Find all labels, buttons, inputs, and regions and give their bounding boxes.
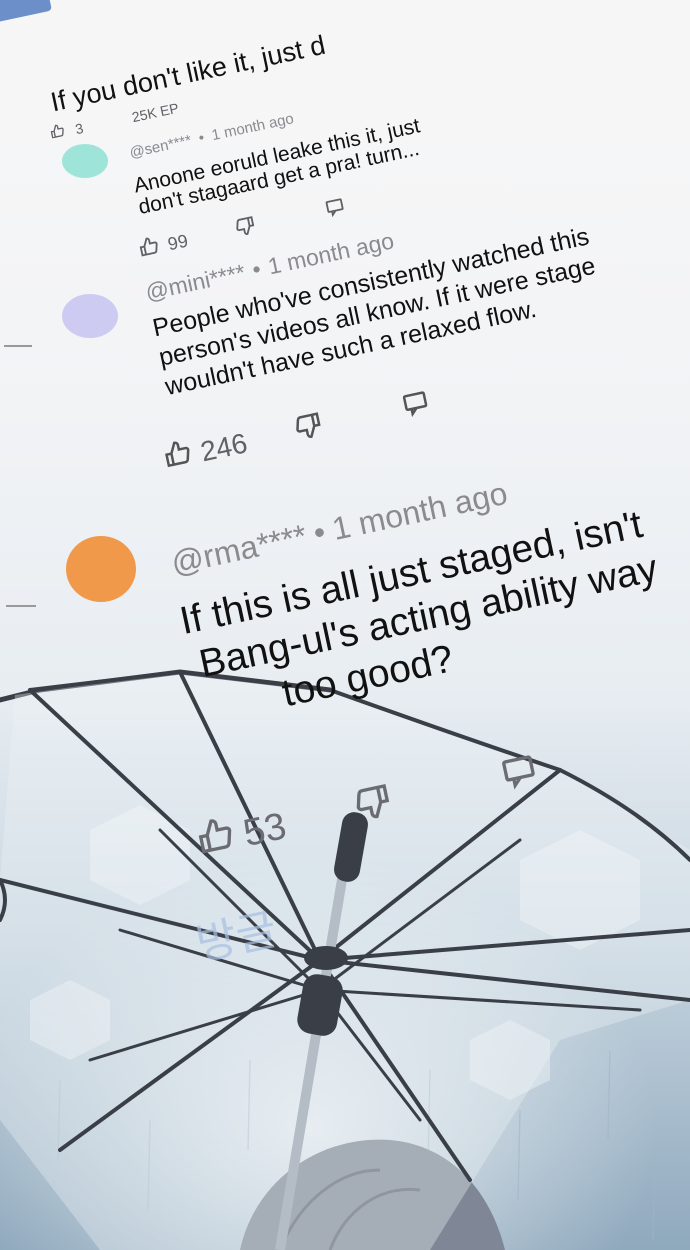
like-count: 53 [239,804,290,855]
thumbs-down-icon[interactable] [349,778,399,835]
thumbs-up-icon[interactable] [136,233,163,264]
comment-section: If you don't like it, just d 3 25K EP @s… [0,0,690,1250]
thumbs-up-icon[interactable] [192,812,242,869]
header-tab [0,0,52,25]
top-comment-text: If you don't like it, just d [48,29,328,118]
like-count: 246 [197,426,250,467]
like-count: 99 [165,230,190,255]
margin-mark [4,345,32,347]
avatar[interactable] [66,536,136,602]
top-comment-likes: 3 [73,119,85,137]
comment-actions: 246 [160,385,434,478]
comment-body: Anoone eoruld leake this it, just don't … [132,114,427,219]
avatar[interactable] [62,144,108,178]
margin-mark [6,605,36,607]
webtoon-panel: 방글 If you don't like it, just d 3 25K EP… [0,0,690,1250]
reply-icon[interactable] [397,385,434,427]
thumbs-up-icon[interactable] [160,436,197,478]
avatar[interactable] [62,294,118,338]
thumbs-up-icon[interactable] [48,122,68,144]
thumbs-down-icon[interactable] [290,408,327,450]
reply-icon[interactable] [322,194,349,225]
reply-icon[interactable] [496,747,546,804]
thumbs-down-icon[interactable] [232,213,259,244]
top-comment-views: 25K EP [130,99,181,125]
comment-time: 1 month ago [210,110,296,145]
comment-actions: 53 [192,747,545,869]
comment-handle[interactable]: @rma**** [168,517,310,581]
comment-handle[interactable]: @sen**** [128,132,193,162]
